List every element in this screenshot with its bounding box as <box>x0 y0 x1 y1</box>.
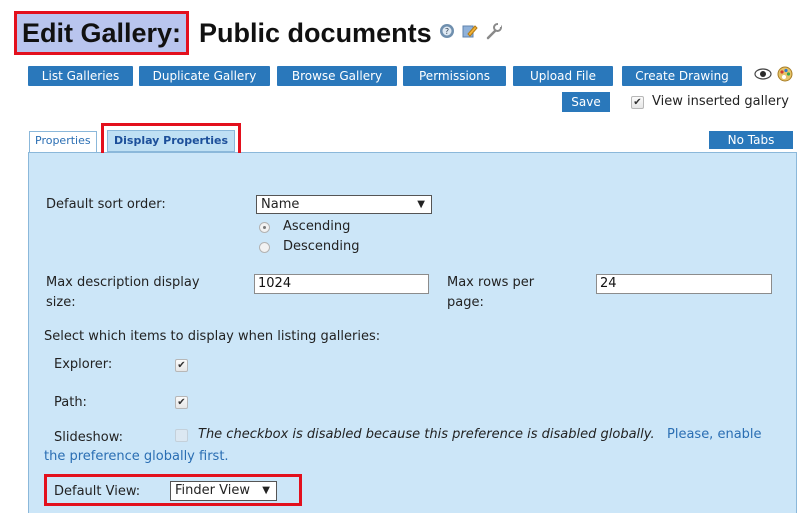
default-view-value: Finder View <box>175 483 250 498</box>
max-description-label-line2: size: <box>46 295 76 310</box>
slideshow-checkbox <box>175 429 188 442</box>
chevron-down-icon: ▼ <box>262 485 270 496</box>
ascending-radio[interactable] <box>259 222 270 233</box>
page-heading: Edit Gallery: Public documents ? <box>14 10 503 56</box>
explorer-label: Explorer: <box>54 357 113 372</box>
sort-order-select[interactable]: Name ▼ <box>256 195 432 214</box>
ascending-label: Ascending <box>283 219 351 234</box>
svg-text:?: ? <box>444 27 448 36</box>
edit-icon[interactable] <box>462 23 478 43</box>
max-rows-label-line2: page: <box>447 295 484 310</box>
max-description-input[interactable]: 1024 <box>254 274 429 294</box>
path-label: Path: <box>54 395 87 410</box>
eye-icon[interactable] <box>754 66 772 86</box>
browse-gallery-button[interactable]: Browse Gallery <box>277 66 397 86</box>
explorer-checkbox[interactable]: ✔ <box>175 359 188 372</box>
slideshow-disabled-note: The checkbox is disabled because this pr… <box>198 427 655 442</box>
sort-order-value: Name <box>261 197 300 212</box>
max-rows-label-line1: Max rows per <box>447 275 535 290</box>
default-view-label: Default View: <box>54 484 141 499</box>
select-items-label: Select which items to display when listi… <box>44 329 381 344</box>
view-inserted-gallery-label: View inserted gallery <box>652 94 789 109</box>
tab-display-properties[interactable]: Display Properties <box>107 130 236 152</box>
duplicate-gallery-button[interactable]: Duplicate Gallery <box>139 66 270 86</box>
slideshow-label: Slideshow: <box>54 430 123 445</box>
permissions-button[interactable]: Permissions <box>403 66 506 86</box>
create-drawing-button[interactable]: Create Drawing <box>622 66 742 86</box>
chevron-down-icon: ▼ <box>417 199 425 210</box>
view-inserted-gallery-checkbox[interactable]: ✔ <box>631 96 644 109</box>
enable-preference-link-cont[interactable]: the preference globally first. <box>44 449 229 464</box>
help-icon[interactable]: ? <box>439 23 455 43</box>
max-rows-input[interactable]: 24 <box>596 274 772 294</box>
default-view-select[interactable]: Finder View ▼ <box>170 481 277 501</box>
path-checkbox[interactable]: ✔ <box>175 396 188 409</box>
page-title: Public documents <box>199 17 432 48</box>
page-title-prefix: Edit Gallery: <box>14 11 190 55</box>
max-description-label-line1: Max description display <box>46 275 200 290</box>
palette-icon[interactable] <box>776 65 794 87</box>
descending-radio[interactable] <box>259 242 270 253</box>
wrench-icon[interactable] <box>485 22 503 44</box>
tab-properties[interactable]: Properties <box>29 131 97 152</box>
enable-preference-link[interactable]: Please, enable <box>667 427 762 442</box>
descending-label: Descending <box>283 239 360 254</box>
no-tabs-button[interactable]: No Tabs <box>709 131 793 149</box>
upload-file-button[interactable]: Upload File <box>513 66 613 86</box>
sort-order-label: Default sort order: <box>46 197 166 212</box>
list-galleries-button[interactable]: List Galleries <box>28 66 133 86</box>
save-button[interactable]: Save <box>562 92 610 112</box>
